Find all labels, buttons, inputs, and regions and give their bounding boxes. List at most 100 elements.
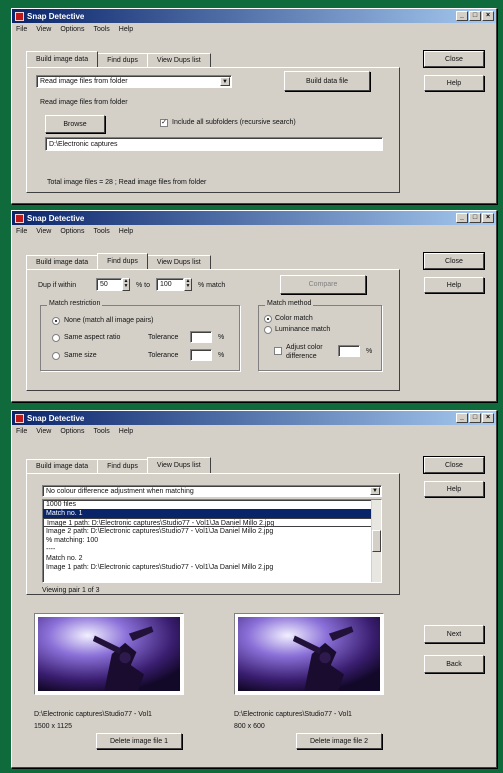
dups-list[interactable]: 1000 files Match no. 1 Image 1 path: D:\… [42,499,382,583]
radio-luminance-match[interactable] [264,326,272,334]
include-subfolders-checkbox[interactable]: ✓ [160,119,168,127]
tab-find-dups[interactable]: Find dups [97,53,148,67]
app-icon [15,413,24,423]
minimize-button[interactable]: _ [456,413,468,423]
menu-help[interactable]: Help [119,26,133,33]
menu-view[interactable]: View [36,428,51,435]
menu-bar: File View Options Tools Help [12,225,496,237]
title-bar[interactable]: Snap Detective _ □ × [12,411,496,425]
menu-tools[interactable]: Tools [93,228,109,235]
folder-path-value: D:\Electronic captures [49,140,118,148]
close-window-button[interactable]: × [482,413,494,423]
tolerance-label-size: Tolerance [148,352,179,359]
tab-strip: Build image data Find dups View Dups lis… [26,253,211,269]
image-2-size: 800 x 600 [234,723,265,730]
list-item[interactable]: Image 1 path: D:\Electronic captures\Stu… [43,563,381,572]
maximize-button[interactable]: □ [469,11,481,21]
menu-tools[interactable]: Tools [93,26,109,33]
menu-options[interactable]: Options [60,26,84,33]
source-dropdown[interactable]: Read image files from folder ▼ [36,75,232,88]
filter-dropdown[interactable]: No colour difference adjustment when mat… [42,485,382,497]
preview-image-1 [38,617,180,691]
dup-to-spinner[interactable]: ▲ ▼ [184,278,192,291]
tolerance-aspect-field[interactable] [190,331,212,343]
radio-size[interactable] [52,352,60,360]
close-button[interactable]: Close [423,252,485,270]
window-title: Snap Detective [27,11,85,21]
status-text: Total image files = 28 ; Read image file… [47,179,207,186]
pct-adjust: % [366,348,373,355]
tab-view-dups-list[interactable]: View Dups list [146,457,211,473]
window-build-image-data: Snap Detective _ □ × File View Options T… [11,8,497,204]
tab-build-image-data[interactable]: Build image data [26,459,99,473]
tab-view-dups-list[interactable]: View Dups list [146,53,211,67]
menu-view[interactable]: View [36,228,51,235]
list-scrollbar[interactable] [371,500,381,582]
tab-build-image-data[interactable]: Build image data [26,255,99,269]
minimize-button[interactable]: _ [456,11,468,21]
menu-options[interactable]: Options [60,228,84,235]
match-label: % match [198,282,226,289]
tab-find-dups[interactable]: Find dups [97,253,148,269]
menu-help[interactable]: Help [119,228,133,235]
chevron-down-icon[interactable]: ▼ [370,487,380,495]
menu-options[interactable]: Options [60,428,84,435]
close-window-button[interactable]: × [482,213,494,223]
tab-build-image-data[interactable]: Build image data [26,51,99,67]
close-window-button[interactable]: × [482,11,494,21]
back-button[interactable]: Back [424,655,484,673]
radio-none[interactable] [52,317,60,325]
radio-aspect-label: Same aspect ratio [64,334,121,341]
chevron-down-icon[interactable]: ▼ [220,77,230,86]
adjust-color-checkbox[interactable] [274,347,282,355]
menu-file[interactable]: File [16,228,27,235]
compare-button[interactable]: Compare [280,275,366,294]
close-button[interactable]: Close [423,50,485,68]
dup-to-field[interactable]: 100 [156,278,184,291]
list-item-selected[interactable]: Match no. 1 [43,509,381,518]
help-button[interactable]: Help [424,277,484,293]
menu-bar: File View Options Tools Help [12,425,496,437]
menu-view[interactable]: View [36,26,51,33]
filter-dropdown-value: No colour difference adjustment when mat… [46,487,194,495]
list-item[interactable]: 1000 files [43,500,381,509]
dup-from-spinner[interactable]: ▲ ▼ [122,278,130,291]
dup-within-label: Dup if within [38,282,77,289]
build-data-file-button[interactable]: Build data file [284,71,370,91]
list-item[interactable]: ---- [43,545,381,554]
help-button[interactable]: Help [424,481,484,497]
radio-aspect[interactable] [52,334,60,342]
menu-help[interactable]: Help [119,428,133,435]
dup-from-field[interactable]: 50 [96,278,122,291]
close-button[interactable]: Close [423,456,485,474]
adjust-color-field[interactable] [338,345,360,357]
list-item[interactable]: Image 1 path: D:\Electronic captures\Stu… [43,518,381,527]
radio-none-label: None (match all image pairs) [64,317,154,324]
folder-path-field[interactable]: D:\Electronic captures [45,137,383,151]
title-bar[interactable]: Snap Detective _ □ × [12,211,496,225]
tab-view-dups-list[interactable]: View Dups list [146,255,211,269]
menu-file[interactable]: File [16,428,27,435]
list-item[interactable]: % matching: 100 [43,536,381,545]
menu-file[interactable]: File [16,26,27,33]
maximize-button[interactable]: □ [469,213,481,223]
browse-button[interactable]: Browse [45,115,105,133]
image-2-path: D:\Electronic captures\Studio77 - Vol1 [234,711,352,718]
list-item[interactable]: Image 2 path: D:\Electronic captures\Stu… [43,527,381,536]
menu-tools[interactable]: Tools [93,428,109,435]
scroll-thumb[interactable] [372,530,381,552]
tab-find-dups[interactable]: Find dups [97,459,148,473]
delete-image-1-button[interactable]: Delete image file 1 [96,733,182,749]
maximize-button[interactable]: □ [469,413,481,423]
tolerance-size-field[interactable] [190,349,212,361]
help-button[interactable]: Help [424,75,484,91]
title-bar[interactable]: Snap Detective _ □ × [12,9,496,23]
preview-image-2 [238,617,380,691]
next-button[interactable]: Next [424,625,484,643]
radio-color-match[interactable] [264,315,272,323]
list-item[interactable]: Match no. 2 [43,554,381,563]
minimize-button[interactable]: _ [456,213,468,223]
tolerance-label-aspect: Tolerance [148,334,179,341]
delete-image-2-button[interactable]: Delete image file 2 [296,733,382,749]
source-dropdown-value: Read image files from folder [40,78,128,85]
